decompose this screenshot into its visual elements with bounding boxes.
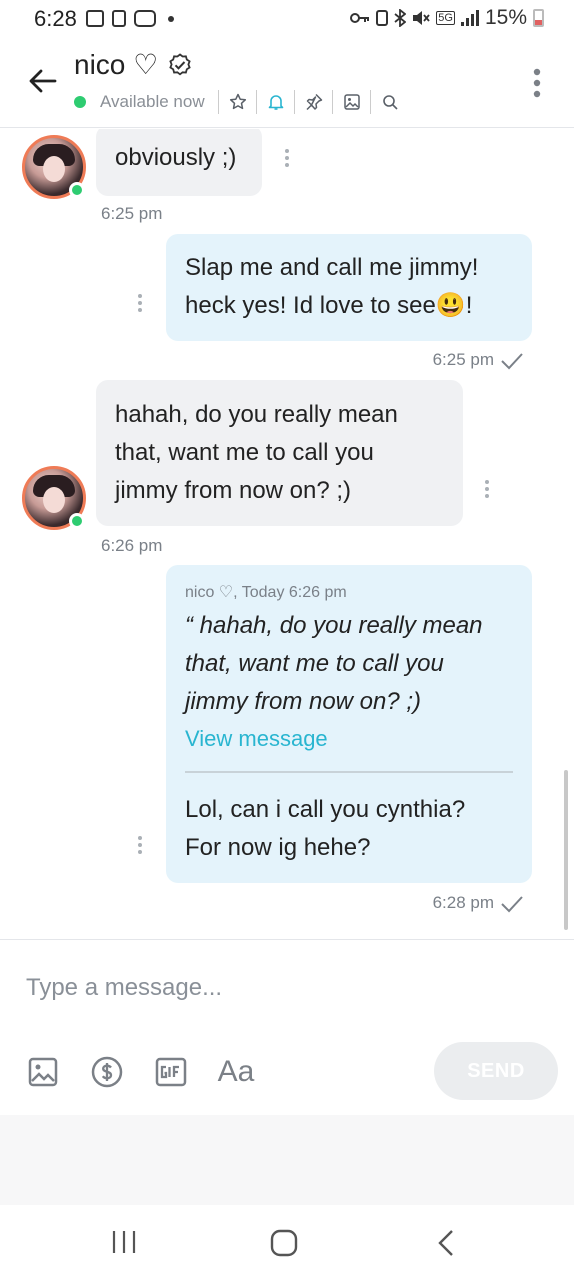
message-text-line: that, want me to call you [115, 439, 374, 466]
view-message-link[interactable]: View message [185, 721, 513, 757]
avatar-face [43, 487, 65, 513]
gallery-notification-icon [86, 10, 104, 27]
pin-icon [305, 93, 322, 111]
home-icon[interactable] [270, 1229, 298, 1257]
quoted-text-line: that, want me to call you [185, 650, 444, 677]
contact-avatar[interactable] [22, 135, 86, 199]
nav-back-icon[interactable] [436, 1229, 456, 1257]
battery-percent: 15% [484, 6, 527, 29]
message-options-icon[interactable] [483, 480, 491, 502]
favorite-button[interactable] [218, 90, 256, 114]
notifications-button[interactable] [256, 90, 294, 114]
back-arrow-icon[interactable] [28, 66, 58, 96]
text-format-label: Aa [217, 1055, 255, 1088]
message-options-icon[interactable] [136, 294, 144, 316]
text-format-button[interactable]: Aa [216, 1052, 256, 1092]
message-timestamp: 6:26 pm [101, 536, 163, 555]
network-type: 5G [436, 11, 455, 25]
dollar-icon [91, 1056, 123, 1088]
availability-status: Available now [100, 92, 205, 111]
nfc-icon [376, 10, 389, 26]
battery-icon [533, 9, 544, 27]
quote-header: nico ♡, Today 6:26 pm [185, 584, 347, 601]
message-timestamp: 6:25 pm [432, 350, 494, 369]
youtube-notification-icon [134, 10, 156, 27]
contact-avatar[interactable] [22, 466, 86, 530]
search-icon [382, 95, 398, 110]
search-button[interactable] [370, 90, 408, 114]
scrollbar-thumb[interactable] [564, 770, 568, 930]
recent-apps-icon[interactable] [110, 1229, 138, 1255]
message-text: obviously ;) [115, 144, 237, 171]
header-toolbar [218, 90, 408, 114]
gif-button[interactable] [154, 1052, 188, 1092]
star-icon [229, 93, 246, 110]
message-text-line: Lol, can i call you cynthia? [185, 796, 466, 823]
media-button[interactable] [332, 90, 370, 114]
system-navigation-bar [0, 1205, 574, 1280]
message-options-icon[interactable] [136, 836, 144, 858]
alert-notification-icon [112, 10, 126, 27]
chat-header: nico ♡ Available now [0, 38, 574, 128]
vpn-key-icon [350, 13, 370, 23]
quoted-text-line: jimmy from now on? ;) [185, 688, 422, 715]
incoming-message-bubble[interactable]: hahah, do you really mean that, want me … [96, 380, 463, 526]
avatar-face [43, 156, 65, 182]
keyboard-placeholder-area [0, 1115, 574, 1205]
outgoing-message-bubble[interactable]: nico ♡, Today 6:26 pm “ hahah, do you re… [166, 565, 532, 883]
bell-icon [268, 95, 283, 110]
avatar-online-indicator [69, 182, 85, 198]
message-text-line: For now ig hehe? [185, 834, 371, 861]
status-time: 6:28 [34, 6, 77, 31]
message-text-line: Slap me and call me jimmy! [185, 254, 479, 281]
message-timestamp: 6:28 pm [432, 893, 494, 912]
pin-button[interactable] [294, 90, 332, 114]
message-text-line: jimmy from now on? ;) [115, 477, 352, 504]
avatar-online-indicator [69, 513, 85, 529]
signal-icon [460, 10, 479, 26]
outgoing-message-bubble[interactable]: Slap me and call me jimmy! heck yes! Id … [166, 234, 532, 341]
quoted-message: “ hahah, do you really mean that, want m… [185, 607, 513, 721]
message-timestamp: 6:25 pm [101, 204, 163, 223]
quote-divider [185, 771, 513, 773]
message-text-line: hahah, do you really mean [115, 401, 398, 428]
more-options-icon[interactable] [526, 68, 548, 98]
attach-image-button[interactable] [26, 1052, 60, 1092]
more-notifications-icon [168, 16, 174, 22]
message-text-line: heck yes! Id love to see😃! [185, 292, 473, 319]
sent-check-icon [501, 896, 523, 913]
message-options-icon[interactable] [283, 149, 291, 171]
message-input[interactable] [26, 970, 526, 1006]
online-status-dot [74, 96, 86, 108]
message-list[interactable]: obviously ;) 6:25 pm Slap me and call me… [0, 129, 574, 939]
mute-icon [413, 11, 430, 25]
status-right: 5G 15% [350, 6, 544, 30]
image-icon [343, 94, 360, 110]
contact-name[interactable]: nico ♡ [74, 48, 158, 81]
incoming-message-bubble[interactable]: obviously ;) [96, 129, 262, 196]
send-button[interactable]: SEND [434, 1042, 558, 1100]
verified-badge-icon [169, 53, 191, 76]
message-composer: Aa SEND [0, 939, 574, 1115]
gif-icon [155, 1057, 187, 1087]
quoted-text-line: “ hahah, do you really mean [185, 612, 483, 639]
sent-check-icon [501, 353, 523, 370]
status-bar: 6:28 5G 15% [0, 0, 574, 38]
send-money-button[interactable] [90, 1052, 124, 1092]
image-icon [28, 1057, 58, 1087]
bluetooth-icon [394, 9, 407, 27]
